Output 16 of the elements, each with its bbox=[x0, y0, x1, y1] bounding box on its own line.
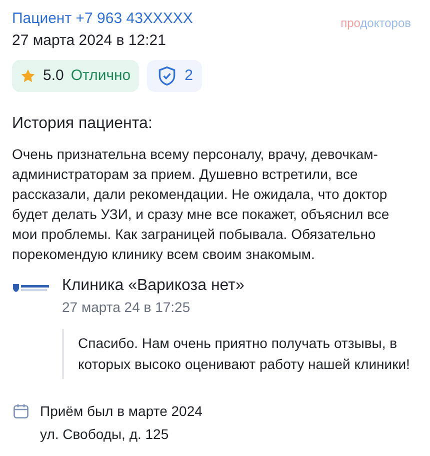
rating-score: 5.0 bbox=[43, 66, 64, 86]
visit-date: Приём был в марте 2024 bbox=[40, 402, 202, 421]
clinic-logo-icon bbox=[12, 283, 50, 293]
reply-text: Спасибо. Нам очень приятно получать отзывы, в которых высоко оценивают работу нашей клиники! bbox=[78, 334, 411, 374]
star-icon bbox=[20, 68, 36, 84]
reply-date: 27 марта 24 в 17:25 bbox=[62, 298, 192, 317]
clinic-name: Клиника «Варикоза нет» bbox=[62, 276, 244, 296]
author-name[interactable]: Пациент +7 963 43XXXXX bbox=[12, 9, 193, 29]
story-text: Очень признательна всему персоналу, врачу, девочкам-администраторам за прием. Душевно встретили, все рассказали, дали рекомендации. Не ожидала, что доктор будет делать УЗИ, и сразу мне все покажет, объяснил все мои проблемы. Как заграницей побывала. Обязательно порекомендую клинику всем своим знакомым. bbox=[12, 145, 390, 264]
brand-logo: продокторов bbox=[340, 15, 411, 32]
rating-label: Отлично bbox=[70, 66, 131, 86]
visit-address: ул. Свободы, д. 125 bbox=[40, 425, 170, 444]
review-date: 27 марта 2024 в 12:21 bbox=[12, 31, 167, 51]
story-title: История пациента: bbox=[12, 114, 154, 134]
verification-count: 2 bbox=[184, 66, 193, 86]
calendar-icon bbox=[12, 402, 30, 420]
